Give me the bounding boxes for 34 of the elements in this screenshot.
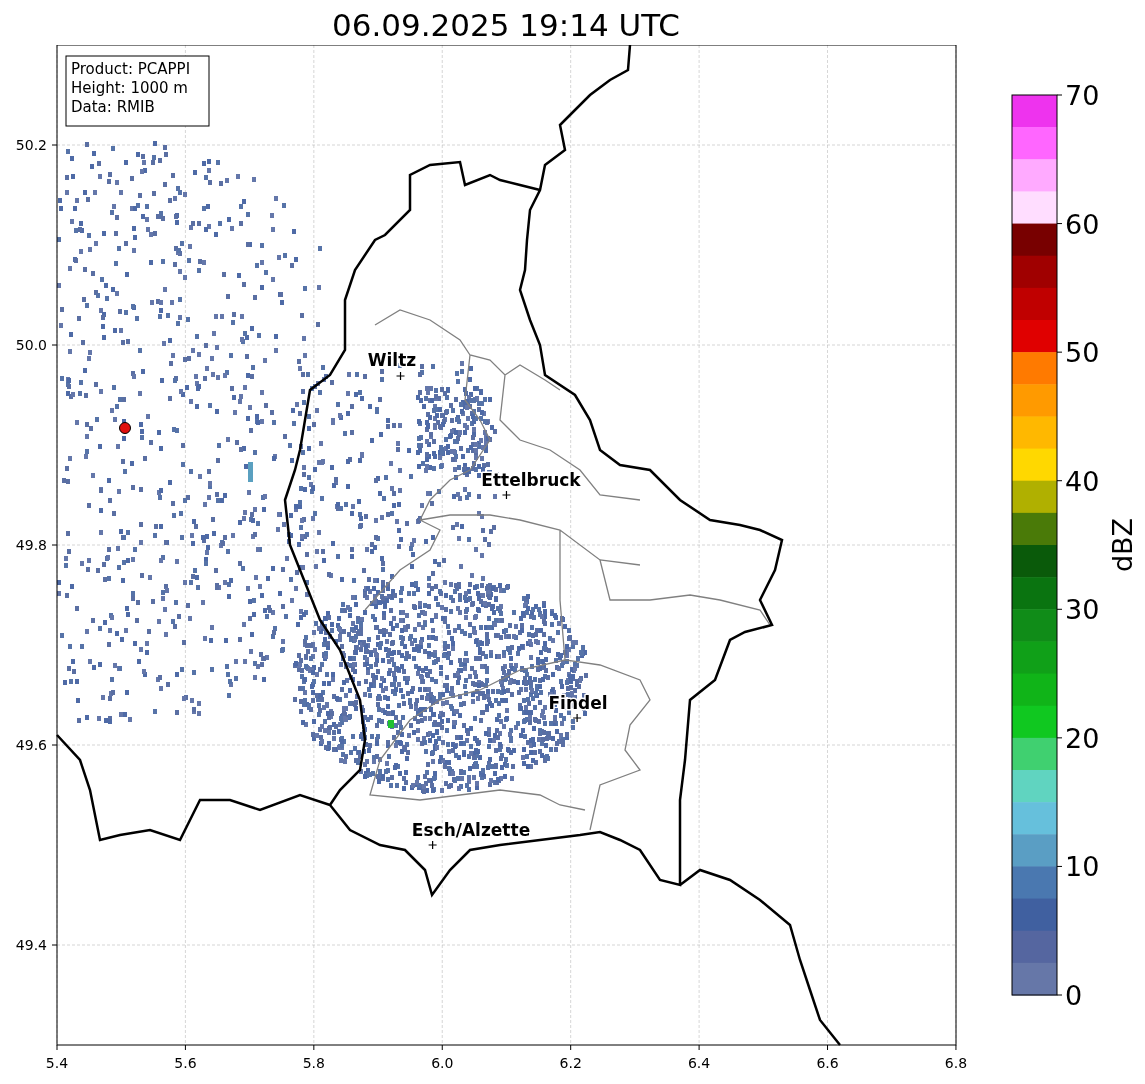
info-text: Height: 1000 m	[71, 79, 188, 97]
colorbar-tick-label: 0	[1065, 980, 1083, 1011]
city-label: Wiltz	[367, 350, 417, 370]
axis-tick-label: 49.6	[15, 737, 47, 753]
colorbar-tick-label: 30	[1065, 594, 1100, 626]
colorbar-tick-label: 10	[1065, 851, 1100, 883]
axis-tick-label: 6.8	[944, 1055, 968, 1071]
colorbar-label: dBZ	[1107, 517, 1138, 573]
chart-title: 06.09.2025 19:14 UTC	[332, 6, 680, 45]
city-label: Esch/Alzette	[411, 820, 531, 840]
colorbar-tick-label: 20	[1065, 722, 1100, 754]
colorbar-tick-label: 60	[1065, 208, 1100, 240]
axis-tick-label: 50.2	[15, 137, 47, 153]
colorbar-tick-label: 40	[1065, 465, 1100, 497]
city-marker-icon	[572, 713, 582, 723]
axis-tick-label: 5.4	[45, 1055, 69, 1071]
colorbar-tick-label: 70	[1065, 80, 1100, 111]
city-marker-icon	[501, 490, 512, 500]
info-text: Data: RMIB	[71, 98, 155, 116]
axis-tick-label: 6.0	[431, 1055, 454, 1071]
city-label: Ettelbruck	[481, 470, 581, 490]
axis-tick-label: 49.8	[15, 537, 47, 553]
axis-tick-label: 6.6	[816, 1055, 839, 1071]
axis-tick-label: 6.2	[559, 1055, 582, 1071]
city-marker-icon	[428, 840, 438, 850]
info-text: Product: PCAPPI	[71, 60, 191, 78]
axis-tick-label: 5.6	[174, 1055, 197, 1071]
axis-tick-label: 50.0	[15, 337, 47, 353]
radar-site-icon	[119, 422, 131, 434]
axis-tick-label: 6.4	[687, 1055, 711, 1071]
colorbar-tick-label: 50	[1065, 337, 1100, 369]
axis-tick-label: 49.4	[15, 937, 47, 953]
city-marker-icon	[395, 371, 406, 381]
axis-tick-label: 5.8	[302, 1055, 325, 1071]
